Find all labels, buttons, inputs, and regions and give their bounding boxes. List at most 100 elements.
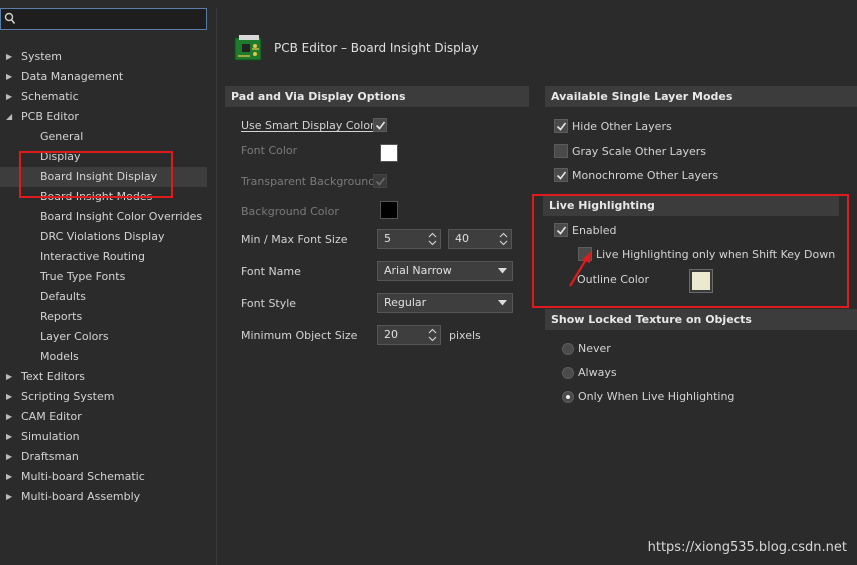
- font-name-dropdown[interactable]: Arial Narrow: [377, 261, 513, 281]
- expand-arrow-icon[interactable]: ▶: [6, 467, 16, 487]
- hide-other-layers-label: Hide Other Layers: [572, 120, 672, 133]
- monochrome-checkbox[interactable]: [554, 168, 568, 182]
- expand-arrow-icon[interactable]: ▶: [6, 87, 16, 107]
- search-box[interactable]: [0, 8, 207, 30]
- tree-item-label: Multi-board Schematic: [21, 470, 145, 483]
- tree-item-multi-board-assembly[interactable]: ▶ Multi-board Assembly: [0, 487, 207, 507]
- use-smart-display-checkbox[interactable]: [373, 118, 387, 132]
- bg-color-label: Background Color: [241, 205, 339, 218]
- pixels-unit-label: pixels: [449, 329, 481, 342]
- checkmark-icon: [375, 177, 386, 186]
- transparent-bg-label: Transparent Background: [241, 175, 376, 188]
- tree-item-models[interactable]: Models: [0, 347, 207, 367]
- tree-item-draftsman[interactable]: ▶ Draftsman: [0, 447, 207, 467]
- monochrome-label: Monochrome Other Layers: [572, 169, 719, 182]
- expand-arrow-icon[interactable]: ▶: [6, 407, 16, 427]
- hide-other-layers-checkbox[interactable]: [554, 119, 568, 133]
- radio-only-when-live[interactable]: [562, 391, 574, 403]
- tree-item-label: Models: [40, 350, 79, 363]
- font-color-label: Font Color: [241, 144, 298, 157]
- tree-item-data-management[interactable]: ▶ Data Management: [0, 67, 207, 87]
- annotation-highlight-box: [19, 151, 173, 198]
- tree-item-reports[interactable]: Reports: [0, 307, 207, 327]
- tree-item-cam-editor[interactable]: ▶ CAM Editor: [0, 407, 207, 427]
- min-object-size-value: 20: [384, 328, 398, 341]
- stepper-arrows-icon[interactable]: [499, 232, 508, 246]
- font-style-label: Font Style: [241, 297, 297, 310]
- expand-arrow-icon[interactable]: ▶: [6, 387, 16, 407]
- expand-arrow-icon[interactable]: ▶: [6, 487, 16, 507]
- annotation-arrow-icon: [569, 251, 591, 287]
- tree-item-label: Draftsman: [21, 450, 79, 463]
- tree-item-label: True Type Fonts: [40, 270, 126, 283]
- tree-item-defaults[interactable]: Defaults: [0, 287, 207, 307]
- tree-item-general[interactable]: General: [0, 127, 207, 147]
- tree-item-label: Layer Colors: [40, 330, 109, 343]
- transparent-bg-checkbox[interactable]: [373, 174, 387, 188]
- tree-item-schematic[interactable]: ▶ Schematic: [0, 87, 207, 107]
- font-style-dropdown[interactable]: Regular: [377, 293, 513, 313]
- tree-item-label: System: [21, 50, 63, 63]
- font-name-value: Arial Narrow: [384, 264, 452, 277]
- radio-always-label: Always: [578, 366, 617, 379]
- checkmark-icon: [556, 122, 567, 131]
- tree-item-simulation[interactable]: ▶ Simulation: [0, 427, 207, 447]
- checkmark-icon: [556, 171, 567, 180]
- settings-page: PCB Editor – Board Insight Display Pad a…: [216, 8, 857, 565]
- tree-item-layer-colors[interactable]: Layer Colors: [0, 327, 207, 347]
- tree-item-label: Text Editors: [21, 370, 86, 383]
- expand-arrow-icon[interactable]: ▶: [6, 367, 16, 387]
- font-size-label: Min / Max Font Size: [241, 233, 348, 246]
- section-header-pad-via: Pad and Via Display Options: [225, 86, 529, 107]
- gray-scale-checkbox[interactable]: [554, 144, 568, 158]
- section-header-locked-texture: Show Locked Texture on Objects: [545, 309, 857, 330]
- min-object-size-label: Minimum Object Size: [241, 329, 358, 342]
- collapse-arrow-icon[interactable]: ◢: [6, 107, 16, 127]
- min-object-size-stepper[interactable]: 20: [377, 325, 441, 345]
- min-font-size-value: 5: [384, 232, 391, 245]
- tree-item-label: Scripting System: [21, 390, 115, 403]
- font-style-value: Regular: [384, 296, 427, 309]
- tree-item-label: PCB Editor: [21, 110, 79, 123]
- radio-never[interactable]: [562, 343, 574, 355]
- min-font-size-stepper[interactable]: 5: [377, 229, 441, 249]
- dropdown-arrow-icon: [498, 268, 507, 274]
- tree-item-interactive-routing[interactable]: Interactive Routing: [0, 247, 207, 267]
- tree-item-drc-violations-display[interactable]: DRC Violations Display: [0, 227, 207, 247]
- tree-item-label: Schematic: [21, 90, 79, 103]
- tree-item-board-insight-color-overrides[interactable]: Board Insight Color Overrides: [0, 207, 207, 227]
- expand-arrow-icon[interactable]: ▶: [6, 427, 16, 447]
- tree-item-label: Simulation: [21, 430, 80, 443]
- tree-item-text-editors[interactable]: ▶ Text Editors: [0, 367, 207, 387]
- tree-item-true-type-fonts[interactable]: True Type Fonts: [0, 267, 207, 287]
- gray-scale-label: Gray Scale Other Layers: [572, 145, 707, 158]
- expand-arrow-icon[interactable]: ▶: [6, 47, 16, 67]
- use-smart-display-label: Use Smart Display Color: [241, 119, 375, 132]
- tree-item-label: Reports: [40, 310, 83, 323]
- expand-arrow-icon[interactable]: ▶: [6, 67, 16, 87]
- max-font-size-stepper[interactable]: 40: [448, 229, 512, 249]
- tree-item-label: Multi-board Assembly: [21, 490, 141, 503]
- font-name-label: Font Name: [241, 265, 301, 278]
- bg-color-swatch[interactable]: [380, 201, 398, 219]
- search-input[interactable]: [19, 11, 199, 27]
- tree-item-scripting-system[interactable]: ▶ Scripting System: [0, 387, 207, 407]
- tree-item-multi-board-schematic[interactable]: ▶ Multi-board Schematic: [0, 467, 207, 487]
- checkmark-icon: [375, 121, 386, 130]
- options-tree: ▶ System ▶ Data Management ▶ Schematic ◢ PCB…: [0, 47, 207, 507]
- tree-item-label: General: [40, 130, 84, 143]
- font-color-swatch[interactable]: [380, 144, 398, 162]
- radio-only-when-live-label: Only When Live Highlighting: [578, 390, 735, 403]
- tree-item-pcb-editor[interactable]: ◢ PCB Editor: [0, 107, 207, 127]
- search-icon: [4, 12, 16, 25]
- tree-item-label: Board Insight Color Overrides: [40, 210, 203, 223]
- title-strip: [0, 0, 857, 8]
- tree-item-system[interactable]: ▶ System: [0, 47, 207, 67]
- section-header-single-layer: Available Single Layer Modes: [545, 86, 857, 107]
- radio-always[interactable]: [562, 367, 574, 379]
- stepper-arrows-icon[interactable]: [428, 328, 437, 342]
- max-font-size-value: 40: [455, 232, 469, 245]
- stepper-arrows-icon[interactable]: [428, 232, 437, 246]
- expand-arrow-icon[interactable]: ▶: [6, 447, 16, 467]
- watermark-text: https://xiong535.blog.csdn.net: [647, 540, 847, 555]
